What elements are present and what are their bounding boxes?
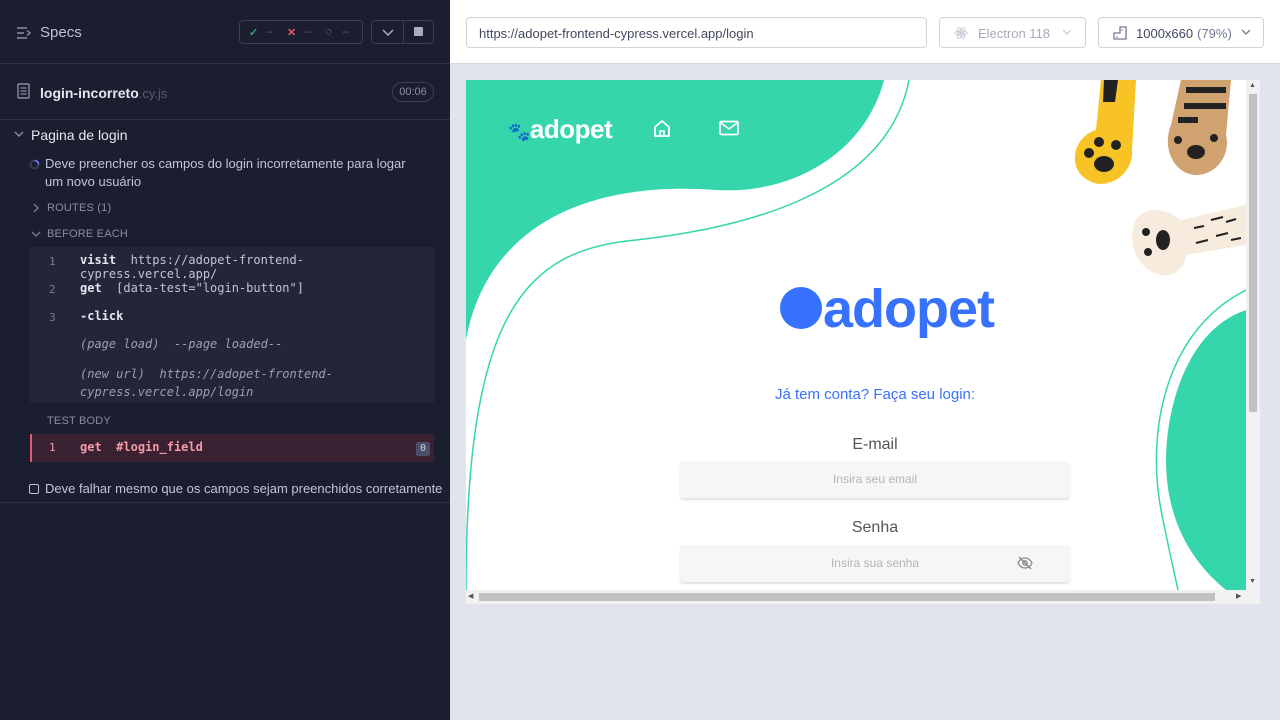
app-logo-text: adopet: [529, 114, 613, 144]
paw-icon: [780, 287, 822, 329]
spinner-icon: [29, 159, 40, 170]
scroll-right-icon[interactable]: ▶: [1236, 592, 1241, 600]
chevron-right-icon[interactable]: [32, 203, 40, 213]
command-number: 2: [49, 283, 56, 296]
suite-title[interactable]: Pagina de login: [31, 127, 128, 143]
hero-logo: adopet: [780, 278, 995, 340]
command-number: 3: [49, 311, 56, 324]
viewport-selector[interactable]: 1000x660 (79%): [1098, 17, 1264, 48]
viewport-size: 1000x660: [1136, 26, 1194, 41]
command-row[interactable]: -click: [80, 309, 123, 323]
command-text: get #login_field: [80, 440, 203, 454]
command-number: 1: [49, 441, 56, 454]
failing-command-row[interactable]: 1 get #login_field 0: [30, 434, 434, 462]
divider: [403, 21, 404, 43]
app-logo[interactable]: 🐾adopet: [508, 114, 613, 145]
app-under-test: 🐾adopet adopet Já tem conta? Faça seu lo…: [466, 80, 1246, 590]
electron-icon: [954, 27, 968, 39]
viewport-icon: [1113, 26, 1127, 40]
paw-icon: 🐾: [508, 122, 530, 142]
menu-icon[interactable]: [17, 26, 31, 40]
before-each-label[interactable]: BEFORE EACH: [47, 228, 128, 240]
event-message-cont: cypress.vercel.app/login: [80, 385, 254, 399]
spec-file-ext: .cy.js: [138, 86, 168, 101]
scroll-down-icon[interactable]: ▼: [1249, 578, 1256, 585]
running-test-title[interactable]: Deve preencher os campos do login incorr…: [45, 155, 425, 191]
specs-header: Specs ✓ -- ✕ -- ◌ --: [0, 0, 450, 64]
reporter-panel: Specs ✓ -- ✕ -- ◌ -- login-incorreto.cy.…: [0, 0, 450, 720]
viewport-zoom: (79%): [1197, 26, 1232, 41]
login-subtitle: Já tem conta? Faça seu login:: [774, 386, 976, 403]
mail-icon[interactable]: [719, 120, 739, 136]
horizontal-scroll-thumb[interactable]: [479, 593, 1215, 601]
scroll-up-icon[interactable]: ▲: [1249, 82, 1256, 89]
command-name: -click: [80, 309, 124, 323]
event-new-url[interactable]: (new url) https://adopet-frontend-cypres…: [80, 365, 333, 401]
chevron-down-icon: [1241, 29, 1251, 35]
browser-label: Electron 118: [978, 26, 1051, 41]
command-arg: #login_field: [116, 440, 203, 454]
element-count-badge: 0: [416, 442, 430, 456]
command-arg: [data-test="login-button"]: [116, 281, 304, 295]
failed-count: --: [304, 26, 312, 38]
pending-count: --: [342, 26, 350, 38]
home-icon[interactable]: [653, 118, 671, 138]
chevron-down-icon[interactable]: [14, 130, 24, 138]
email-label: E-mail: [852, 436, 898, 453]
command-number: 1: [49, 255, 56, 268]
run-controls: [371, 20, 434, 44]
test-stats: ✓ -- ✕ -- ◌ --: [239, 20, 363, 44]
spec-file-name[interactable]: login-incorreto.cy.js: [40, 85, 167, 101]
routes-label[interactable]: ROUTES (1): [47, 202, 111, 214]
run-timer: 00:06: [392, 82, 434, 102]
event-message: --page loaded--: [173, 337, 283, 351]
stop-icon[interactable]: [414, 27, 423, 36]
command-row[interactable]: visit https://adopet-frontend-cypress.ve…: [80, 253, 434, 281]
spec-file-row: login-incorreto.cy.js 00:06: [0, 64, 450, 120]
eye-off-icon[interactable]: [1017, 556, 1033, 570]
event-name: (new url): [80, 367, 146, 381]
command-name: get: [80, 281, 102, 295]
cat-paws-illustration: [1074, 80, 1246, 276]
check-icon: ✓: [249, 27, 259, 39]
password-field[interactable]: Insira sua senha: [680, 545, 1070, 582]
divider: [0, 502, 450, 503]
command-log: 1 visit https://adopet-frontend-cypress.…: [30, 247, 434, 403]
test-body-label[interactable]: TEST BODY: [47, 415, 111, 427]
event-name: (page load): [80, 337, 160, 351]
chevron-down-icon: [1062, 29, 1072, 35]
command-name: get: [80, 440, 102, 454]
event-message: https://adopet-frontend-: [159, 367, 333, 381]
horizontal-scrollbar[interactable]: ◀ ▶: [466, 590, 1260, 604]
command-name: visit: [80, 253, 117, 267]
password-label: Senha: [851, 519, 899, 536]
scroll-left-icon[interactable]: ◀: [468, 592, 473, 600]
event-page-load[interactable]: (page load) --page loaded--: [80, 337, 282, 351]
chevron-down-icon[interactable]: [31, 230, 41, 238]
password-placeholder: Insira sua senha: [830, 556, 920, 570]
spec-file-basename: login-incorreto: [40, 85, 139, 101]
file-icon: [17, 83, 30, 99]
vertical-scroll-thumb[interactable]: [1249, 94, 1257, 412]
hero-logo-text: adopet: [823, 279, 995, 339]
vertical-scrollbar[interactable]: ▲ ▼: [1246, 80, 1260, 590]
url-bar[interactable]: https://adopet-frontend-cypress.vercel.a…: [466, 17, 927, 48]
chevron-down-icon[interactable]: [382, 27, 394, 37]
spinner-icon: ◌: [325, 26, 332, 38]
x-icon: ✕: [287, 27, 297, 39]
email-field[interactable]: Insira seu email: [680, 461, 1070, 498]
pending-test-icon: [29, 484, 39, 494]
command-row[interactable]: get [data-test="login-button"]: [80, 281, 304, 295]
browser-selector[interactable]: Electron 118: [939, 17, 1086, 48]
pending-test-title[interactable]: Deve falhar mesmo que os campos sejam pr…: [45, 481, 442, 496]
runner-toolbar: https://adopet-frontend-cypress.vercel.a…: [450, 0, 1280, 64]
passed-count: --: [266, 26, 274, 38]
specs-label[interactable]: Specs: [40, 24, 82, 41]
